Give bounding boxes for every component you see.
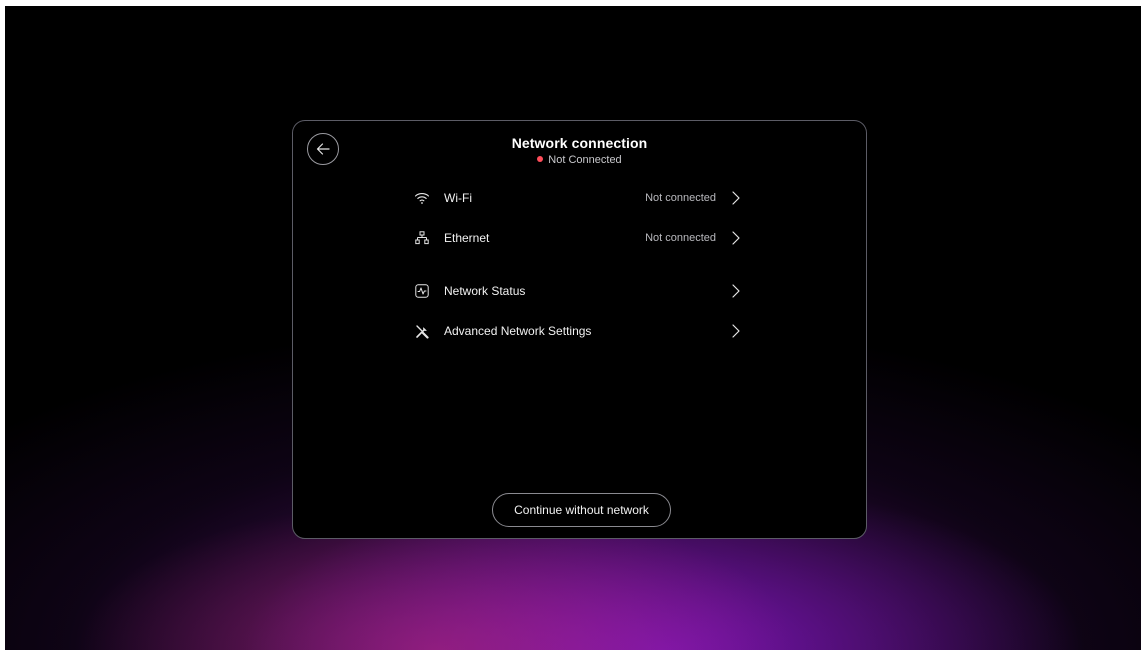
wifi-value: Not connected: [645, 192, 716, 204]
wifi-label: Wi-Fi: [444, 191, 472, 205]
status-dot-icon: [537, 156, 544, 162]
wifi-row[interactable]: Wi-Fi Not connected: [412, 184, 752, 212]
network-connection-dialog: Network connection Not Connected Wi-Fi N…: [292, 120, 867, 539]
setup-screen: Network connection Not Connected Wi-Fi N…: [5, 6, 1141, 650]
tools-icon: [412, 321, 432, 341]
ethernet-icon: [412, 228, 432, 248]
chevron-right-icon: [730, 230, 742, 246]
advanced-network-settings-label: Advanced Network Settings: [444, 324, 592, 338]
dialog-title: Network connection: [511, 135, 648, 151]
wifi-icon: [412, 188, 432, 208]
advanced-network-settings-row[interactable]: Advanced Network Settings: [412, 317, 752, 345]
continue-without-network-button[interactable]: Continue without network: [492, 493, 671, 527]
connection-status: Not Connected: [293, 154, 866, 166]
network-status-label: Network Status: [444, 284, 526, 298]
network-status-row[interactable]: Network Status: [412, 277, 752, 305]
ethernet-value: Not connected: [645, 232, 716, 244]
ethernet-label: Ethernet: [444, 231, 490, 245]
chevron-right-icon: [730, 323, 742, 339]
connection-status-text: Not Connected: [548, 154, 622, 166]
chevron-right-icon: [730, 283, 742, 299]
ethernet-row[interactable]: Ethernet Not connected: [412, 224, 752, 252]
activity-icon: [412, 281, 432, 301]
chevron-right-icon: [730, 190, 742, 206]
